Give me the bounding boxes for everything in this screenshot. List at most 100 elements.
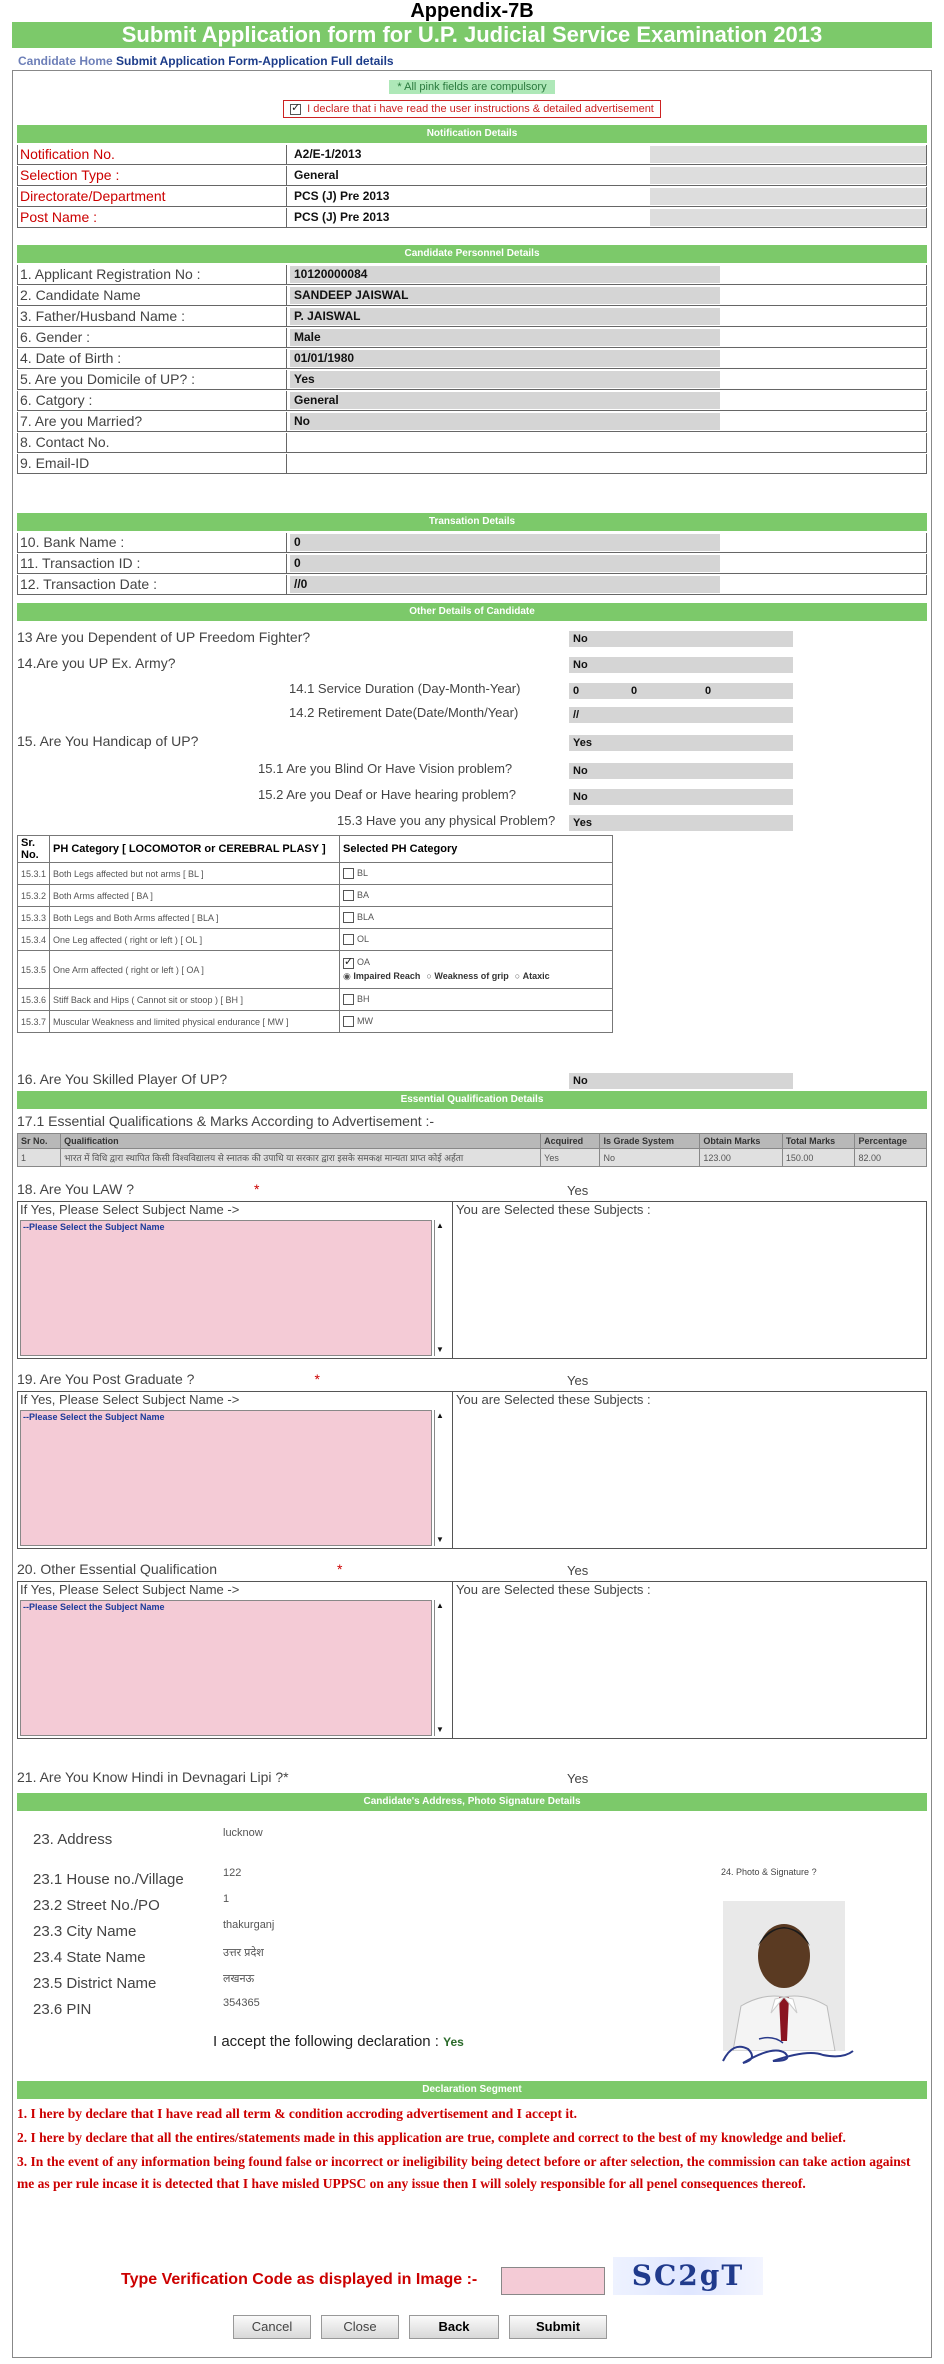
ph-selected-cell: BH [339,988,613,1011]
subject-listbox[interactable]: --Please Select the Subject Name [20,1220,432,1356]
cancel-button[interactable]: Cancel [233,2315,311,2339]
ph-col-selected: Selected PH Category [339,835,613,863]
subject-option[interactable]: --Please Select the Subject Name [21,1411,431,1423]
ph-checkbox[interactable] [343,955,355,969]
row-divider [286,370,287,389]
ph-checkbox[interactable] [343,890,355,902]
q141-label: 14.1 Service Duration (Day-Month-Year) [289,681,521,696]
scroll-up-icon[interactable]: ▲ [435,1600,445,1612]
address-heading: Candidate's Address, Photo Signature Det… [17,1793,927,1811]
personnel-row: 9. Email-ID [17,454,927,474]
subject-prompt: If Yes, Please Select Subject Name -> [20,1202,240,1217]
subject-scrollbar[interactable]: ▲ ▼ [434,1410,445,1546]
personnel-heading: Candidate Personnel Details [17,245,927,263]
q15-label: 15. Are You Handicap of UP? [17,733,199,749]
personnel-label: 6. Catgory : [20,392,93,408]
back-button[interactable]: Back [409,2315,499,2339]
ph-checkbox[interactable] [343,994,355,1006]
ph-sr: 15.3.7 [16,1010,51,1033]
declaration-checkbox[interactable] [290,101,302,115]
subject-listbox[interactable]: --Please Select the Subject Name [20,1410,432,1546]
ph-category: Both Legs affected but not arms [ BL ] [49,862,341,885]
notification-value: PCS (J) Pre 2013 [290,209,926,226]
q14-label: 14.Are you UP Ex. Army? [17,655,176,671]
q152-label: 15.2 Are you Deaf or Have hearing proble… [258,787,516,802]
scroll-down-icon[interactable]: ▼ [435,1724,445,1736]
form-frame: * All pink fields are compulsory I decla… [12,70,932,2358]
verification-code-input[interactable] [501,2267,605,2295]
row-divider [286,145,287,164]
subject-scrollbar[interactable]: ▲ ▼ [434,1600,445,1736]
ph-checkbox[interactable] [343,1016,355,1028]
oa-radio-label: Weakness of grip [434,970,509,981]
address-label: 23.4 State Name [33,1949,146,1966]
notification-label: Selection Type : [20,167,120,183]
personnel-row: 5. Are you Domicile of UP? : Yes [17,370,927,390]
oa-radio[interactable]: ◉ [343,971,353,981]
subject-select-box: If Yes, Please Select Subject Name -> You… [17,1201,927,1359]
ph-selected-cell: MW [339,1010,613,1033]
notification-row: Post Name : PCS (J) Pre 2013 [17,208,927,228]
declaration-item: 1. I here by declare that I have read al… [17,2106,577,2121]
scroll-down-icon[interactable]: ▼ [435,1344,445,1356]
row-divider [286,166,287,185]
personnel-row: 3. Father/Husband Name : P. JAISWAL [17,307,927,327]
declaration-checkbox-label[interactable]: I declare that i have read the user inst… [283,100,661,118]
address-value: उत्तर प्रदेश [223,1947,264,1959]
ph-selected-cell: BLA [339,906,613,929]
row-divider [286,349,287,368]
ph-row: 15.3.1 Both Legs affected but not arms [ … [16,862,613,885]
breadcrumb-home-link[interactable]: Candidate Home [18,54,113,68]
row-divider [286,307,287,326]
personnel-row: 8. Contact No. [17,433,927,453]
appendix-title: Appendix-7B [410,0,534,22]
q141-month: 0 [631,685,638,697]
address-value: 1 [223,1893,230,1905]
subject-answer: Yes [567,1563,589,1578]
scroll-up-icon[interactable]: ▲ [435,1410,445,1422]
q16-label: 16. Are You Skilled Player Of UP? [17,1071,228,1087]
ph-selected-cell: BA [339,884,613,907]
selected-subjects-caption: You are Selected these Subjects : [456,1582,651,1597]
selected-subjects-caption: You are Selected these Subjects : [456,1392,651,1407]
essential-col-header: Qualification [60,1133,542,1149]
subject-listbox[interactable]: --Please Select the Subject Name [20,1600,432,1736]
oa-radio[interactable]: ○ [515,971,523,981]
page-banner: Submit Application form for U.P. Judicia… [12,22,932,48]
ph-checkbox[interactable] [343,934,355,946]
ph-selected-cell: OL [339,928,613,951]
q15-value: Yes [569,735,793,751]
close-button[interactable]: Close [321,2315,399,2339]
q14-value: No [569,657,793,673]
subject-scrollbar[interactable]: ▲ ▼ [434,1220,445,1356]
oa-radio-label: Ataxic [522,970,550,981]
submit-button[interactable]: Submit [509,2315,607,2339]
selected-subjects-caption: You are Selected these Subjects : [456,1202,651,1217]
essential-col-header: Is Grade System [599,1133,701,1149]
personnel-row: 6. Catgory : General [17,391,927,411]
application-page: Appendix-7B Submit Application form for … [0,0,944,2364]
q142-label: 14.2 Retirement Date(Date/Month/Year) [289,705,519,720]
q141-year: 0 [705,685,712,697]
q16-value: No [569,1073,793,1089]
row-divider [286,454,287,473]
address-label: 23.5 District Name [33,1975,157,1992]
subject-option[interactable]: --Please Select the Subject Name [21,1601,431,1613]
q13-label: 13 Are you Dependent of UP Freedom Fight… [17,629,311,645]
personnel-row: 6. Gender : Male [17,328,927,348]
ph-category: One Leg affected ( right or left ) [ OL … [49,928,341,951]
subject-question: 19. Are You Post Graduate ? * [17,1371,320,1387]
subject-option[interactable]: --Please Select the Subject Name [21,1221,431,1233]
ph-sr: 15.3.3 [16,906,51,929]
transaction-row: 12. Transaction Date : //0 [17,575,927,595]
ph-checkbox[interactable] [343,868,355,880]
scroll-down-icon[interactable]: ▼ [435,1534,445,1546]
verification-label: Type Verification Code as displayed in I… [121,2271,478,2288]
address-value: lucknow [223,1827,263,1839]
scroll-up-icon[interactable]: ▲ [435,1220,445,1232]
ph-checkbox[interactable] [343,912,355,924]
row-divider [286,187,287,206]
accept-declaration: I accept the following declaration : Yes [213,2033,464,2050]
accept-label: I accept the following declaration : [213,2033,439,2050]
required-star: * [314,1371,320,1387]
